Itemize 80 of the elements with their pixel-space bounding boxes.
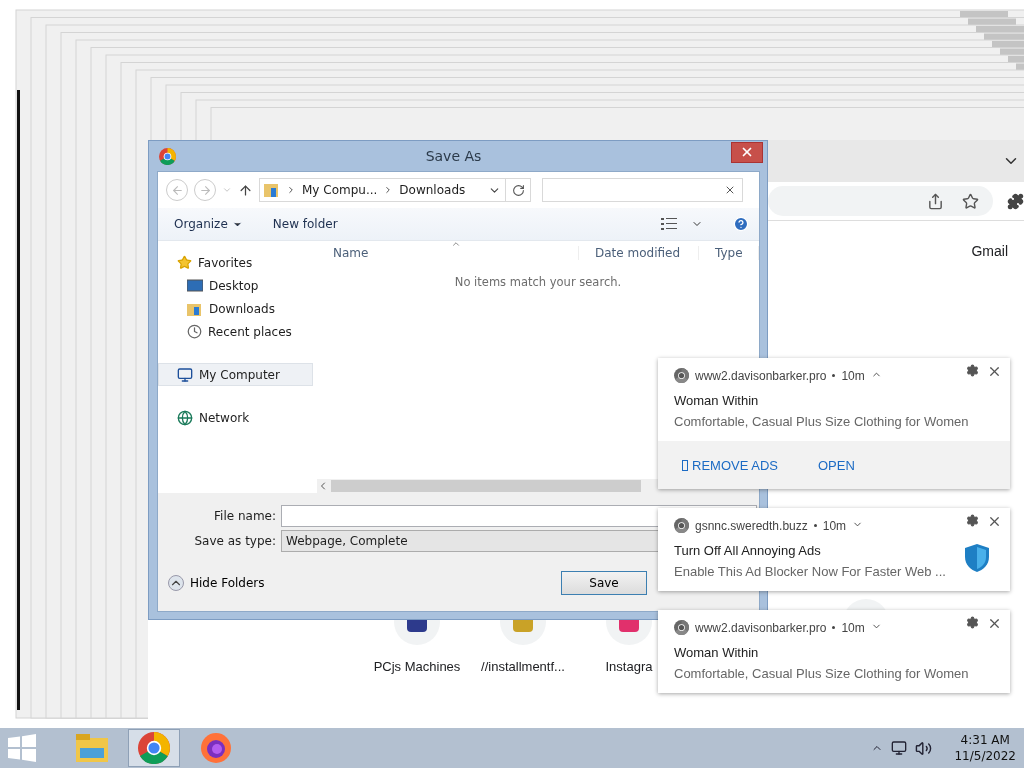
chevron-right-icon [286, 185, 296, 195]
search-field[interactable] [542, 178, 743, 202]
browser-logo-icon [674, 368, 689, 383]
address-bar[interactable]: My Compu... Downloads [259, 178, 506, 202]
nav-item[interactable]: Recent places [158, 320, 313, 343]
notification-action[interactable]: REMOVE ADS [682, 457, 778, 473]
browser-logo-icon [674, 620, 689, 635]
settings-icon[interactable] [966, 616, 979, 629]
folder-icon [187, 301, 203, 316]
recent-places-icon [187, 324, 202, 339]
close-icon[interactable] [987, 514, 1002, 529]
breadcrumb-item[interactable]: My Compu... [302, 183, 378, 197]
computer-icon [177, 366, 193, 383]
taskbar-app-button[interactable] [128, 729, 180, 767]
notification-body: Comfortable, Casual Plus Size Clothing for Women [674, 414, 970, 429]
close-icon [740, 145, 754, 159]
notification-source: www2.davisonbarker.pro [695, 368, 827, 383]
command-button[interactable]: New folder [272, 217, 338, 231]
nav-item[interactable]: Network [158, 406, 313, 429]
nav-item[interactable]: My Computer [158, 363, 313, 386]
notification-action[interactable]: OPEN [817, 457, 855, 473]
browser-logo-icon [674, 518, 689, 533]
notification-title: Woman Within [674, 645, 760, 660]
extensions-icon[interactable] [1007, 192, 1024, 210]
save-type-label: Save as type: [193, 533, 276, 548]
refresh-button[interactable] [505, 178, 531, 202]
monitor-icon [187, 278, 203, 293]
notification-source: www2.davisonbarker.pro [695, 620, 827, 635]
shortcut-label[interactable]: Instagra [605, 659, 653, 674]
bullet-icon [832, 626, 836, 629]
gmail-link[interactable]: Gmail [971, 243, 1008, 259]
notification-body: Comfortable, Casual Plus Size Clothing for Women [674, 666, 970, 681]
dialog-title: Save As [424, 148, 483, 164]
nav-item[interactable]: Desktop [158, 274, 313, 297]
up-icon[interactable] [238, 182, 253, 198]
folder-icon [76, 734, 108, 762]
volume-icon[interactable] [915, 739, 933, 757]
notification-body: Enable This Ad Blocker Now For Faster Web ... [674, 564, 947, 579]
shortcut-label[interactable]: //installmentf... [481, 659, 565, 674]
notification-time: 10m [822, 518, 847, 533]
folder-icon [264, 182, 280, 198]
breadcrumb-item[interactable]: Downloads [399, 183, 466, 197]
column-header[interactable]: Name [317, 246, 579, 260]
notification-title: Woman Within [674, 393, 760, 408]
close-icon[interactable] [987, 364, 1002, 379]
help-icon[interactable] [733, 216, 749, 232]
clear-icon[interactable] [724, 184, 736, 196]
save-button[interactable]: Save [561, 571, 647, 595]
star-icon [177, 255, 192, 270]
shield-icon [964, 542, 990, 573]
close-button[interactable] [731, 141, 763, 163]
notification-time: 10m [841, 620, 865, 635]
notification-time: 10m [841, 368, 865, 383]
file-name-label: File name: [213, 508, 276, 523]
refresh-icon [511, 183, 525, 197]
arrow-right-icon [198, 183, 212, 197]
settings-icon[interactable] [966, 364, 979, 377]
arrow-left-icon [170, 183, 184, 197]
bullet-icon [832, 374, 836, 377]
close-icon[interactable] [987, 616, 1002, 631]
command-button[interactable]: Organize [174, 217, 243, 231]
bullet-icon [813, 524, 817, 527]
bookmark-star-icon[interactable] [962, 192, 979, 210]
column-header[interactable]: Date modified [579, 246, 699, 260]
nav-item[interactable]: Favorites [158, 251, 313, 274]
start-icon[interactable] [8, 734, 36, 762]
firefox-icon [200, 732, 232, 764]
view-options-icon[interactable] [661, 218, 677, 230]
chrome-logo-icon [138, 732, 170, 764]
collapse-icon [168, 575, 184, 591]
empty-message: No items match your search. [454, 275, 622, 289]
share-icon[interactable] [927, 192, 944, 210]
placeholder-glyph-icon [682, 459, 688, 471]
clock[interactable]: 4:31 AM 11/5/2022 [954, 732, 1016, 764]
nav-item[interactable]: Downloads [158, 297, 313, 320]
settings-icon[interactable] [966, 514, 979, 527]
column-header[interactable]: Type [699, 246, 759, 260]
shortcut-label[interactable]: PCjs Machines [373, 659, 461, 674]
chrome-logo-icon [159, 147, 176, 165]
hide-folders-button[interactable]: Hide Folders [168, 575, 265, 591]
